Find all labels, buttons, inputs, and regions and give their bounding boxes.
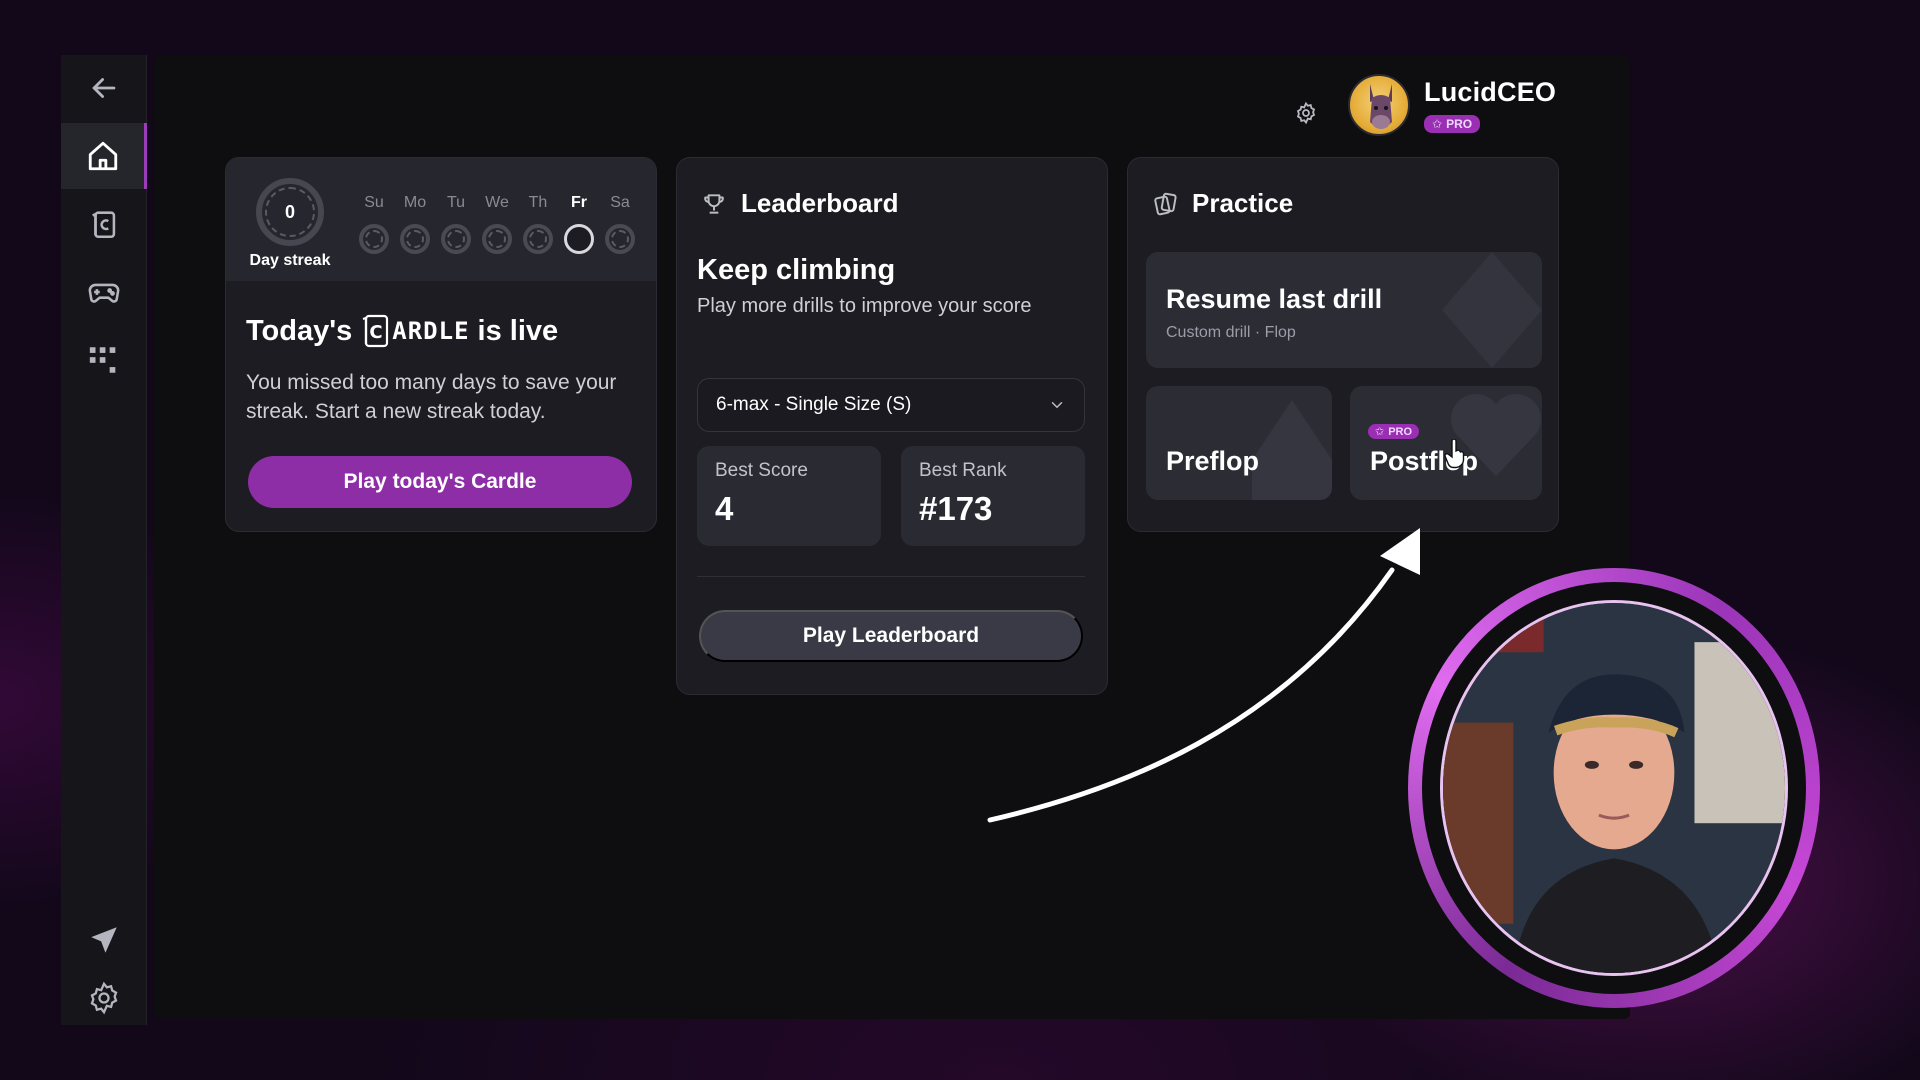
pro-badge: ✩ PRO [1424,115,1481,133]
back-button[interactable] [61,55,147,121]
cards-icon [1154,192,1177,215]
diamond-suit-icon [1442,252,1542,368]
sidebar-item-apps[interactable] [61,327,147,393]
day-label: Su [364,194,384,211]
day-chip-today-icon [564,224,594,254]
webcam-feed [1440,600,1788,976]
avatar[interactable] [1348,74,1410,136]
username: LucidCEO [1424,77,1557,107]
streak-count: 0 [284,201,295,222]
day-label: Th [528,194,548,211]
practice-heading: Practice [1152,188,1293,219]
sidebar-item-settings[interactable] [61,965,147,1031]
streak-label: Day streak [249,252,331,269]
day-label: Tu [446,194,466,211]
gear-icon [1296,101,1316,125]
day-label: Fr [571,194,587,211]
leaderboard-subtitle: Play more drills to improve your score [697,295,1032,317]
cardle-title-suffix: is live [477,314,559,347]
sidebar-item-games[interactable] [61,259,147,325]
best-score-stat: Best Score 4 [697,446,881,546]
star-icon: ✩ [1432,117,1443,131]
sidebar-item-home[interactable] [61,123,147,189]
day-label: Sa [610,194,630,211]
day-chip-icon [400,224,430,254]
day-thursday: Th [522,194,554,254]
gamepad-icon [88,283,120,303]
settings-button[interactable] [1284,91,1328,135]
day-monday: Mo [399,194,431,254]
settings-icon [90,981,118,1015]
presenter-image [1443,603,1785,973]
best-rank-stat: Best Rank #173 [901,446,1085,546]
cardle-logo: C ARDLE [360,313,469,349]
best-score-value: 4 [715,490,734,527]
cardle-card: 0 Day streak Su Mo Tu We Th Fr Sa Today'… [225,157,657,532]
divider [697,576,1085,577]
best-rank-value: #173 [919,490,993,527]
cardle-logo-text: ARDLE [392,317,470,345]
spade-suit-icon [1252,400,1332,500]
sidebar-item-cardle[interactable] [61,191,147,257]
webcam-overlay [1408,568,1820,1008]
trophy-icon [704,193,724,214]
streak-counter: 0 [256,178,324,246]
chevron-down-icon [1051,402,1063,409]
day-wednesday: We [481,194,513,254]
day-saturday: Sa [604,194,636,254]
cardle-card-icon: C [362,314,389,348]
cardle-description: You missed too many days to save your st… [246,371,617,423]
leaderboard-title: Keep climbing [697,254,896,286]
postflop-pro-badge: ✩ PRO [1368,424,1420,439]
resume-drill-tile[interactable]: Resume last drill Custom drill · Flop [1146,252,1542,368]
pro-badge-label: PRO [1388,425,1413,438]
sidebar-item-feedback[interactable] [61,907,147,973]
leaderboard-heading-label: Leaderboard [741,188,899,218]
star-icon: ✩ [1375,426,1385,438]
back-arrow-icon [92,78,116,98]
preflop-tile[interactable]: Preflop [1146,386,1332,500]
home-icon [88,141,117,171]
day-sunday: Su [358,194,390,254]
cardle-title-prefix: Today's [246,314,353,347]
main-content: LucidCEO ✩ PRO 0 Day streak Su Mo Tu We … [154,55,1630,1019]
donkey-avatar-icon [1370,84,1392,129]
practice-heading-label: Practice [1192,188,1294,218]
leaderboard-card: Leaderboard Keep climbing Play more dril… [676,157,1108,695]
pro-badge-label: PRO [1446,117,1473,131]
streak-panel: 0 Day streak Su Mo Tu We Th Fr Sa [226,158,656,281]
day-chip-icon [523,224,553,254]
svg-text:C: C [370,322,384,343]
day-chip-icon [359,224,389,254]
cardle-title: Today's C ARDLE is live [246,313,558,349]
play-cardle-button[interactable]: Play today's Cardle [248,456,632,508]
practice-card: Practice Resume last drill Custom drill … [1127,157,1559,532]
day-chip-icon [441,224,471,254]
select-value: 6-max - Single Size (S) [716,394,912,415]
send-icon [91,927,117,953]
resume-drill-subtitle: Custom drill · Flop [1166,324,1296,341]
hand-cursor-icon [1444,439,1465,469]
preflop-title: Preflop [1166,446,1260,476]
day-chip-icon [605,224,635,254]
day-chip-icon [482,224,512,254]
day-label: We [485,194,509,211]
play-leaderboard-button[interactable]: Play Leaderboard [699,610,1083,662]
game-format-select[interactable]: 6-max - Single Size (S) [697,378,1085,432]
sidebar [61,55,147,1025]
resume-drill-title: Resume last drill [1166,284,1383,314]
day-tuesday: Tu [440,194,472,254]
leaderboard-heading: Leaderboard [701,188,899,219]
best-score-label: Best Score [715,460,808,481]
cardle-icon [92,211,116,239]
day-friday: Fr [563,194,595,254]
streak-week: Su Mo Tu We Th Fr Sa [358,194,636,254]
grid-icon [89,347,116,373]
best-rank-label: Best Rank [919,460,1007,481]
day-label: Mo [403,194,427,211]
